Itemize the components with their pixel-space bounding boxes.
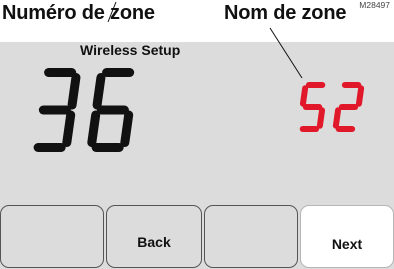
zone-name-callout-label: Nom de zone (224, 2, 347, 24)
softkey-bar: Back Next (0, 205, 394, 269)
figure-code: M28497 (359, 0, 390, 10)
zone-number-display (28, 68, 158, 158)
softkey-1[interactable] (0, 205, 104, 268)
digit-2-segment-c (120, 110, 134, 148)
softkey-3[interactable] (204, 205, 298, 268)
digit-2-segment-e (332, 107, 342, 129)
back-button[interactable]: Back (106, 205, 202, 268)
screen-title: Wireless Setup (80, 42, 181, 58)
digit-1-segment-f (299, 85, 309, 107)
digit-1-segment-c (62, 110, 76, 148)
zone-name-digits (299, 82, 365, 132)
next-button[interactable]: Next (300, 205, 394, 268)
zone-number-callout-label: Numéro de zone (2, 2, 155, 24)
digit-2-segment-f (92, 72, 106, 110)
thermostat-screen: Wireless Setup Back Next (0, 42, 394, 269)
digit-2-segment-e (87, 110, 101, 148)
zone-name-display (296, 82, 376, 136)
zone-number-digits (33, 68, 135, 152)
digit-2-segment-b (355, 85, 365, 107)
digit-1-segment-b (67, 72, 81, 110)
digit-1-segment-c (316, 107, 326, 129)
